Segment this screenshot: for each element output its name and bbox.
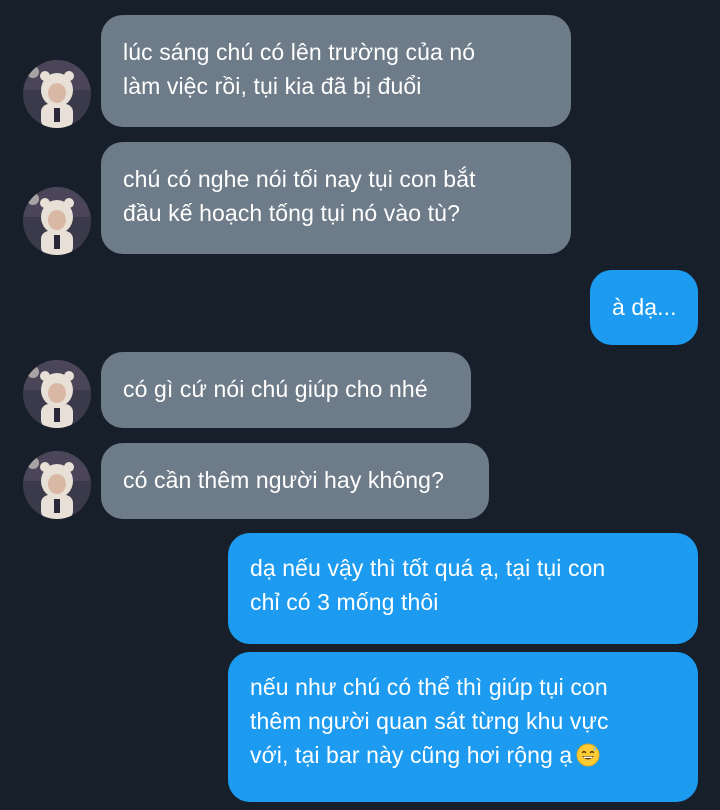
incoming-message-bubble[interactable]: có gì cứ nói chú giúp cho nhé	[101, 352, 471, 428]
avatar-image	[23, 451, 91, 519]
message-text-line: dạ nếu vậy thì tốt quá ạ, tại tụi con	[250, 555, 606, 581]
message-text-line: chú có nghe nói tối nay tụi con bắt	[123, 166, 476, 192]
avatar-image	[23, 187, 91, 255]
avatar-image	[23, 60, 91, 128]
outgoing-message-bubble[interactable]: à dạ...	[590, 270, 698, 345]
message-text-line: với, tại bar này cũng hơi rộng ạ	[250, 742, 573, 768]
message-text-line: nếu như chú có thể thì giúp tụi con	[250, 674, 608, 700]
outgoing-message-bubble[interactable]: nếu như chú có thể thì giúp tụi con thêm…	[228, 652, 698, 802]
incoming-message-bubble[interactable]: chú có nghe nói tối nay tụi con bắt đầu …	[101, 142, 571, 254]
message-text-line: lúc sáng chú có lên trường của nó	[123, 39, 476, 65]
grinning-sweat-emoji-icon	[576, 742, 600, 767]
outgoing-message-bubble[interactable]: dạ nếu vậy thì tốt quá ạ, tại tụi con ch…	[228, 533, 698, 644]
avatar[interactable]	[23, 360, 91, 428]
message-text-line: làm việc rồi, tụi kia đã bị đuổi	[123, 73, 422, 99]
message-text-line: có gì cứ nói chú giúp cho nhé	[123, 376, 428, 402]
message-text-line-with-emoji: với, tại bar này cũng hơi rộng ạ	[250, 738, 676, 772]
message-text-line: đầu kế hoạch tống tụi nó vào tù?	[123, 200, 460, 226]
message-text-line: à dạ...	[612, 294, 677, 320]
incoming-message-bubble[interactable]: có cần thêm người hay không?	[101, 443, 489, 519]
avatar[interactable]	[23, 451, 91, 519]
message-text-line: có cần thêm người hay không?	[123, 467, 444, 493]
avatar[interactable]	[23, 187, 91, 255]
incoming-message-bubble[interactable]: lúc sáng chú có lên trường của nó làm vi…	[101, 15, 571, 127]
avatar-image	[23, 360, 91, 428]
message-text-line: thêm người quan sát từng khu vực	[250, 708, 609, 734]
avatar[interactable]	[23, 60, 91, 128]
message-text-line: chỉ có 3 mống thôi	[250, 589, 439, 615]
chat-thread: lúc sáng chú có lên trường của nó làm vi…	[0, 0, 720, 810]
